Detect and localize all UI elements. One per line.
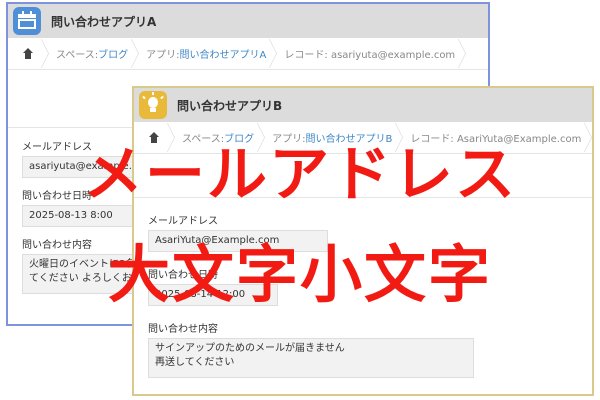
inquiry-line-1: サインアップのためのメールが届きません xyxy=(155,343,345,354)
breadcrumb-record: レコード: AsariYuta@Example.com xyxy=(400,122,589,153)
breadcrumb: スペース: ブログ アプリ: 問い合わせアプリB レコード: AsariYuta… xyxy=(134,122,592,154)
email-field: AsariYuta@Example.com xyxy=(148,230,328,252)
inquiry-line-2: 再送してください xyxy=(155,357,235,368)
titlebar-b: 問い合わせアプリB xyxy=(134,88,592,122)
home-icon[interactable] xyxy=(22,47,34,59)
breadcrumb-record: レコード: asariyuta@example.com xyxy=(274,38,463,69)
calendar-icon xyxy=(13,7,41,35)
app-title: 問い合わせアプリB xyxy=(177,98,283,113)
breadcrumb-home[interactable] xyxy=(134,122,172,153)
datetime-field: 2025-08-14 12:00 xyxy=(148,284,278,306)
breadcrumb-app[interactable]: アプリ: 問い合わせアプリB xyxy=(262,122,400,153)
inquiry-field: サインアップのためのメールが届きません 再送してください xyxy=(148,338,474,378)
breadcrumb-space[interactable]: スペース: ブログ xyxy=(172,122,262,153)
breadcrumb: スペース: ブログ アプリ: 問い合わせアプリA レコード: asariyuta… xyxy=(8,38,488,70)
toolbar-area xyxy=(134,154,592,198)
datetime-label: 問い合わせ日時 xyxy=(148,270,218,281)
breadcrumb-app[interactable]: アプリ: 問い合わせアプリA xyxy=(136,38,274,69)
home-icon[interactable] xyxy=(148,131,160,143)
space-link[interactable]: ブログ xyxy=(224,130,254,145)
datetime-field: 2025-08-13 8:00 xyxy=(22,205,142,227)
app-link[interactable]: 問い合わせアプリA xyxy=(180,46,267,61)
email-label: メールアドレス xyxy=(148,216,218,227)
app-title: 問い合わせアプリA xyxy=(51,14,157,29)
inquiry-label: 問い合わせ内容 xyxy=(148,324,218,335)
breadcrumb-home[interactable] xyxy=(8,38,46,69)
record-content: メールアドレス AsariYuta@Example.com 問い合わせ日時 20… xyxy=(134,198,592,378)
lightbulb-icon xyxy=(139,91,167,119)
space-link[interactable]: ブログ xyxy=(98,46,128,61)
app-window-b: 問い合わせアプリB スペース: ブログ アプリ: 問い合わせアプリB レコード:… xyxy=(132,86,594,396)
titlebar-a: 問い合わせアプリA xyxy=(8,4,488,38)
app-link[interactable]: 問い合わせアプリB xyxy=(306,130,393,145)
breadcrumb-space[interactable]: スペース: ブログ xyxy=(46,38,136,69)
